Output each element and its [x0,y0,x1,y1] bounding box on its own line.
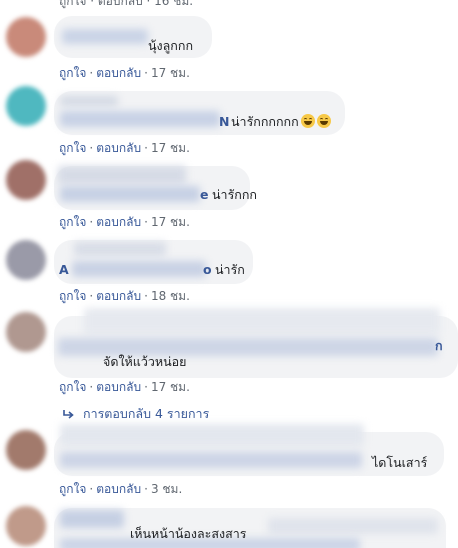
like-link[interactable]: ถูกใจ [59,214,86,230]
redacted-name [60,452,362,468]
commenter-name[interactable]: A [59,262,69,278]
reply-link[interactable]: ตอบกลับ [96,214,141,230]
redacted-name [60,111,220,127]
reply-link[interactable]: ตอบกลับ [96,288,141,304]
redacted-name [60,186,200,202]
comment-meta: ถูกใจ · ตอบกลับ · 17 ชม. [59,140,190,156]
commenter-name[interactable]: o [203,262,212,278]
comment-meta: ถูกใจ · ตอบกลับ · 3 ชม. [59,481,183,497]
timestamp[interactable]: 17 ชม. [151,379,190,395]
timestamp[interactable]: 3 ชม. [151,481,182,497]
like-link[interactable]: ถูกใจ [59,65,86,81]
comment-meta: ถูกใจ · ตอบกลับ · 17 ชม. [59,214,190,230]
reply-arrow-icon [63,409,74,419]
comment-text: เห็นหน้าน้องละสงสาร [130,526,247,541]
avatar[interactable] [6,506,46,546]
comment-bubble [54,508,446,548]
like-link[interactable]: ถูกใจ [59,379,86,395]
grin-emoji-icon [316,114,331,128]
comment-text: ไดโนเสาร์ [372,455,428,470]
commenter-name[interactable]: e [200,187,208,203]
comment-text: นุ้งลูกกก [148,38,194,53]
like-link[interactable]: ถูกใจ [59,140,86,156]
comment-meta: ถูกใจ · ตอบกลับ · 17 ชม. [59,65,190,81]
like-link[interactable]: ถูกใจ [59,481,86,497]
redacted-text [268,518,438,534]
avatar[interactable] [6,430,46,470]
comment-meta-partial: ถูกใจ · ตอบกลับ · 16 ชม. [59,0,194,8]
comment-text: จัดให้แว้วหน่อย [103,354,187,369]
reply-link[interactable]: ตอบกลับ [96,379,141,395]
avatar[interactable] [6,86,46,126]
like-link[interactable]: ถูกใจ [59,288,86,304]
reply-link[interactable]: ตอบกลับ [96,65,141,81]
comment-meta: ถูกใจ · ตอบกลับ · 17 ชม. [59,379,190,395]
comment-text: น่ารักกก [212,187,257,202]
comment-meta: ถูกใจ · ตอบกลับ · 18 ชม. [59,288,190,304]
redacted-name [62,29,148,44]
timestamp[interactable]: 17 ชม. [151,214,190,230]
timestamp[interactable]: 17 ชม. [151,65,190,81]
commenter-name[interactable]: ก [435,338,443,354]
comment-text: น่ารัก [215,262,245,277]
avatar[interactable] [6,312,46,352]
avatar[interactable] [6,160,46,200]
view-replies-link[interactable]: การตอบกลับ 4 รายการ [63,406,209,422]
redacted-name [72,261,206,277]
commenter-name[interactable]: N [219,114,229,130]
timestamp[interactable]: 17 ชม. [151,140,190,156]
reply-link[interactable]: ตอบกลับ [96,481,141,497]
reply-link[interactable]: ตอบกลับ [96,140,141,156]
redacted-badge [58,166,186,184]
redacted-badge [74,242,166,256]
redacted-badge [60,96,118,106]
avatar[interactable] [6,17,46,57]
timestamp[interactable]: 18 ชม. [151,288,190,304]
redacted-badge [60,424,364,446]
comment-text: น่ารักกกกกก [231,114,331,130]
redacted-badge [84,308,440,334]
redacted-name [60,510,124,528]
grin-emoji-icon [300,114,315,128]
avatar[interactable] [6,240,46,280]
